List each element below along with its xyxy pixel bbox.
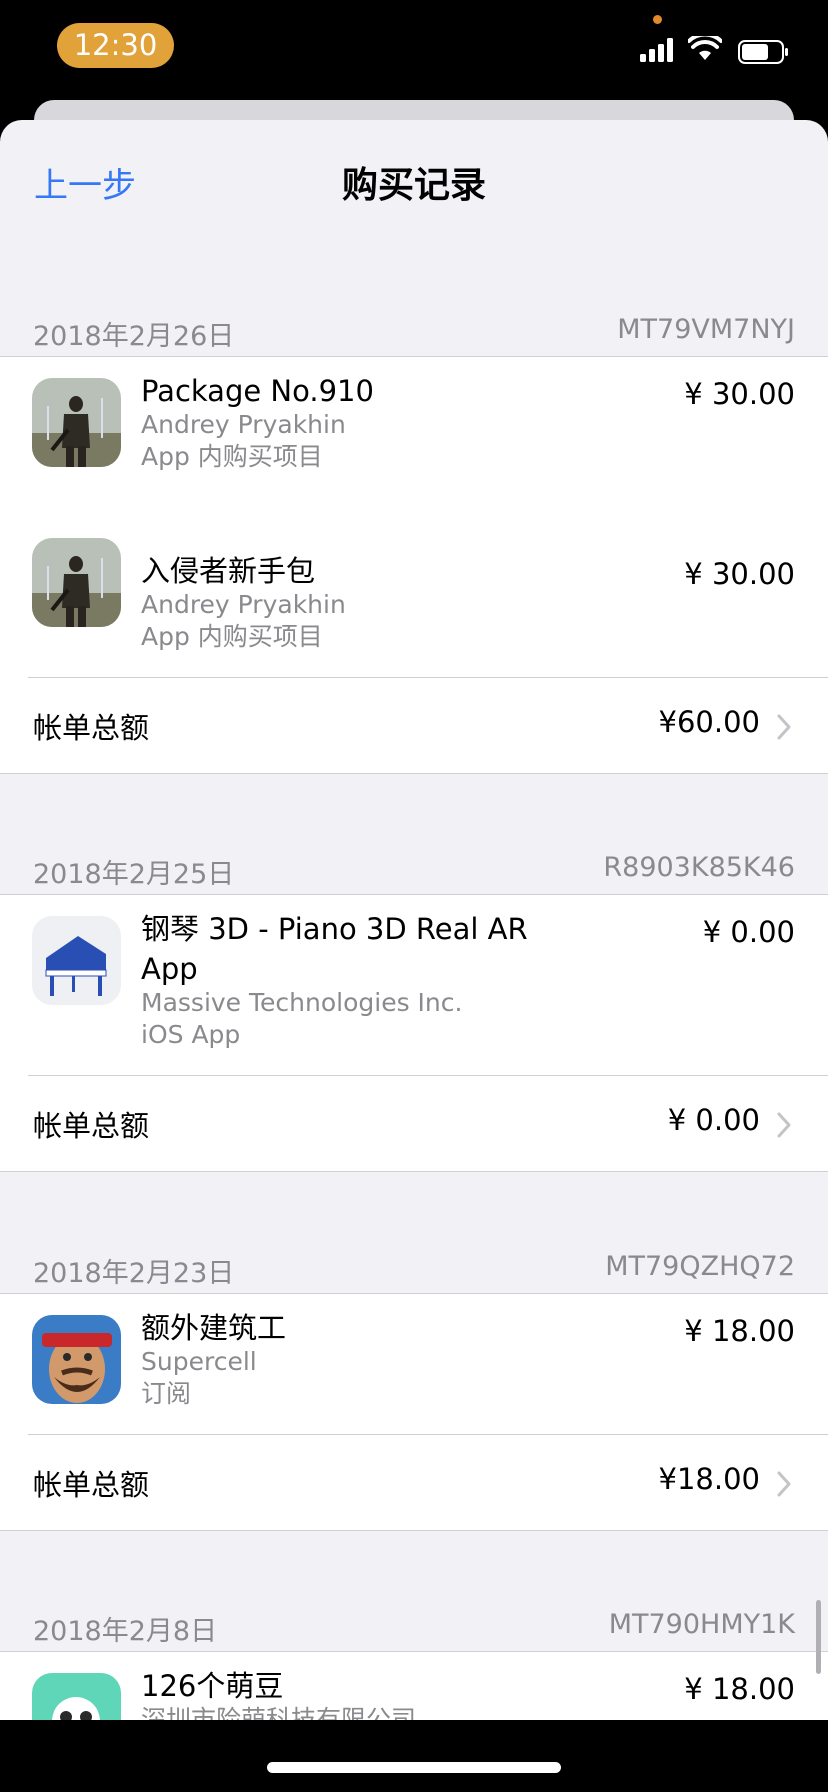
chevron-right-icon	[777, 1471, 791, 1497]
item-developer: Andrey Pryakhin	[141, 590, 346, 619]
bill-total-row[interactable]: 帐单总额 ¥60.00	[0, 679, 828, 773]
section-header: 2018年2月26日 MT79VM7NYJ	[0, 310, 828, 358]
item-title: 入侵者新手包	[141, 554, 316, 588]
wifi-icon	[688, 36, 722, 60]
total-value: ¥60.00	[658, 705, 760, 739]
piano-icon	[32, 916, 121, 1005]
divider	[28, 677, 828, 678]
order-id: R8903K85K46	[603, 852, 795, 883]
item-developer: Andrey Pryakhin	[141, 410, 346, 439]
total-value: ¥ 0.00	[667, 1103, 760, 1137]
purchase-item[interactable]: 额外建筑工 Supercell 订阅 ¥ 18.00	[0, 1294, 828, 1434]
home-indicator[interactable]	[267, 1762, 561, 1773]
order-id: MT79VM7NYJ	[617, 314, 795, 345]
boom-beach-icon	[32, 1315, 121, 1404]
item-developer: 深圳市险萌科技有限公司	[141, 1705, 417, 1720]
order-id: MT79QZHQ72	[605, 1251, 795, 1282]
purchase-date: 2018年2月25日	[33, 859, 235, 890]
item-price: ¥ 30.00	[684, 377, 795, 411]
item-developer: Massive Technologies Inc.	[141, 988, 463, 1017]
divider	[28, 1075, 828, 1076]
cellular-signal-icon	[640, 38, 673, 62]
item-title: 额外建筑工	[141, 1311, 287, 1345]
purchase-group: 126个萌豆 深圳市险萌科技有限公司 ¥ 18.00	[0, 1651, 828, 1720]
item-type: App 内购买项目	[141, 442, 323, 471]
purchase-history-sheet: 上一步 购买记录 2018年2月26日 MT79VM7NYJ Package N…	[0, 120, 828, 1720]
section-header: 2018年2月23日 MT79QZHQ72	[0, 1247, 828, 1295]
total-label: 帐单总额	[33, 711, 150, 745]
panda-icon	[32, 1673, 121, 1720]
item-title: 126个萌豆	[141, 1669, 284, 1703]
status-time[interactable]: 12:30	[57, 23, 174, 68]
purchase-item[interactable]: 钢琴 3D - Piano 3D Real AR App Massive Tec…	[0, 895, 828, 1075]
section-header: 2018年2月25日 R8903K85K46	[0, 848, 828, 896]
scroll-indicator[interactable]	[816, 1600, 821, 1674]
purchase-item[interactable]: 入侵者新手包 Andrey Pryakhin App 内购买项目 ¥ 30.00	[0, 517, 828, 677]
item-price: ¥ 18.00	[684, 1672, 795, 1706]
survivor-game-icon	[32, 378, 121, 467]
page-title: 购买记录	[341, 165, 486, 206]
item-type: 订阅	[141, 1379, 192, 1408]
item-price: ¥ 30.00	[684, 557, 795, 591]
purchase-date: 2018年2月8日	[33, 1616, 218, 1647]
purchase-item[interactable]: Package No.910 Andrey Pryakhin App 内购买项目…	[0, 357, 828, 517]
total-label: 帐单总额	[33, 1109, 150, 1143]
chevron-right-icon	[777, 1112, 791, 1138]
bill-total-row[interactable]: 帐单总额 ¥ 0.00	[0, 1077, 828, 1171]
purchase-date: 2018年2月26日	[33, 321, 235, 352]
item-title: 钢琴 3D - Piano 3D Real AR App	[141, 912, 528, 986]
item-price: ¥ 0.00	[702, 915, 795, 949]
item-type: iOS App	[141, 1020, 241, 1049]
section-header: 2018年2月8日 MT790HMY1K	[0, 1605, 828, 1653]
privacy-indicator-dot	[653, 15, 662, 24]
survivor-game-icon	[32, 538, 121, 627]
divider	[28, 1434, 828, 1435]
item-type: App 内购买项目	[141, 622, 323, 651]
total-label: 帐单总额	[33, 1468, 150, 1502]
purchase-group: 额外建筑工 Supercell 订阅 ¥ 18.00 帐单总额 ¥18.00	[0, 1293, 828, 1531]
bill-total-row[interactable]: 帐单总额 ¥18.00	[0, 1436, 828, 1530]
battery-icon	[738, 40, 788, 64]
purchase-item[interactable]: 126个萌豆 深圳市险萌科技有限公司 ¥ 18.00	[0, 1652, 828, 1720]
purchase-group: 钢琴 3D - Piano 3D Real AR App Massive Tec…	[0, 894, 828, 1172]
order-id: MT790HMY1K	[608, 1609, 795, 1640]
item-title: Package No.910	[141, 374, 374, 408]
purchase-date: 2018年2月23日	[33, 1258, 235, 1289]
chevron-right-icon	[777, 714, 791, 740]
status-bar: 12:30	[0, 0, 828, 100]
item-developer: Supercell	[141, 1347, 257, 1376]
purchase-group: Package No.910 Andrey Pryakhin App 内购买项目…	[0, 356, 828, 774]
item-price: ¥ 18.00	[684, 1314, 795, 1348]
total-value: ¥18.00	[658, 1462, 760, 1496]
